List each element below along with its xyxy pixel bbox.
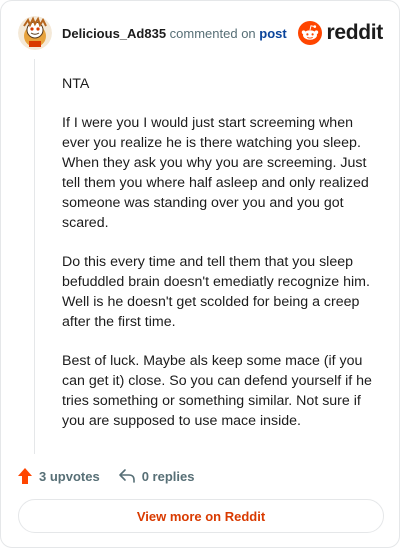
post-link[interactable]: post [259,26,286,41]
comment-paragraph: NTA [62,76,90,92]
embed-card: Delicious_Ad835 commented on post reddit… [0,0,400,548]
reply-button[interactable]: 0 replies [118,468,195,484]
upvote-arrow-icon [18,468,32,484]
comment-meta: Delicious_Ad835 commented on post [62,26,287,41]
thread-line [34,59,35,454]
comment-paragraph: If I were you I would just start screemi… [62,115,369,231]
reddit-snoo-icon [298,21,323,45]
comment-body: NTA If I were you I would just start scr… [62,74,382,450]
comment-paragraph: Do this every time and tell them that yo… [62,254,370,330]
snoo-avatar-icon [18,16,52,50]
commented-on-text: commented on [169,26,256,41]
user-avatar[interactable] [18,16,52,50]
comment-header: Delicious_Ad835 commented on post reddit [17,15,385,55]
reply-arrow-icon [118,469,135,483]
comment-actions: 3 upvotes 0 replies [17,465,194,487]
reddit-wordmark: reddit [326,21,383,44]
view-more-button[interactable]: View more on Reddit [18,499,384,533]
reddit-logo[interactable]: reddit [298,20,383,46]
upvote-count: 3 upvotes [39,468,100,484]
upvote-button[interactable]: 3 upvotes [17,467,100,485]
comment-paragraph: Best of luck. Maybe als keep some mace (… [62,353,372,429]
username-link[interactable]: Delicious_Ad835 [62,26,166,41]
reply-count: 0 replies [141,468,195,484]
